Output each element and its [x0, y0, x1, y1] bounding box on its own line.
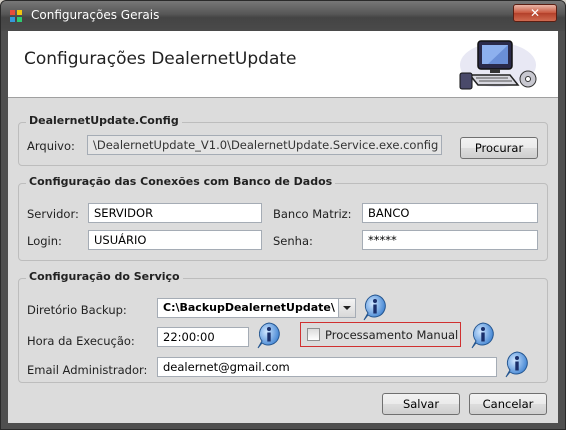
service-config-group: Configuração do Serviço Diretório Backup… [18, 270, 548, 383]
dialog-body: Configurações DealernetUpdate DealernetU… [8, 31, 558, 423]
title-bar[interactable]: Configurações Gerais ✕ [1, 1, 565, 31]
file-label: Arquivo: [27, 139, 75, 153]
window-title: Configurações Gerais [31, 8, 160, 22]
manual-processing-label: Processamento Manual [325, 328, 459, 342]
header-panel: Configurações DealernetUpdate [8, 31, 558, 98]
backup-dir-combobox[interactable]: C:\BackupDealernetUpdate\ [157, 298, 356, 318]
admin-email-field[interactable]: dealernet@gmail.com [157, 357, 497, 377]
manual-processing-option[interactable]: Processamento Manual [300, 322, 461, 347]
config-file-path-field[interactable]: \DealernetUpdate_V1.0\DealernetUpdate.Se… [87, 135, 442, 155]
chevron-down-icon[interactable] [338, 299, 355, 317]
server-label: Servidor: [27, 207, 79, 221]
computer-settings-icon [459, 40, 537, 90]
server-field[interactable]: SERVIDOR [88, 203, 262, 223]
admin-email-label: Email Administrador: [27, 363, 148, 377]
manual-processing-checkbox[interactable] [307, 328, 320, 341]
browse-button[interactable]: Procurar [460, 137, 538, 159]
backup-dir-label: Diretório Backup: [27, 303, 127, 317]
password-field[interactable]: ***** [362, 230, 538, 250]
exec-time-label: Hora da Execução: [27, 334, 135, 348]
master-db-label: Banco Matriz: [273, 207, 352, 221]
group-title: DealernetUpdate.Config [26, 114, 182, 127]
backup-dir-value: C:\BackupDealernetUpdate\ [163, 301, 335, 314]
group-title: Configuração das Conexões com Banco de D… [26, 175, 336, 188]
login-field[interactable]: USUÁRIO [88, 230, 262, 250]
db-connection-group: Configuração das Conexões com Banco de D… [18, 175, 548, 261]
info-icon[interactable] [503, 350, 531, 378]
app-icon [10, 10, 22, 22]
info-icon[interactable] [361, 293, 389, 321]
info-icon[interactable] [255, 321, 283, 349]
exec-time-field[interactable]: 22:00:00 [157, 327, 249, 347]
login-label: Login: [27, 234, 62, 248]
group-title: Configuração do Serviço [26, 270, 183, 283]
page-title: Configurações DealernetUpdate [24, 49, 297, 69]
settings-window: Configurações Gerais ✕ Configurações Dea… [0, 0, 566, 430]
config-file-group: DealernetUpdate.Config Arquivo: \Dealern… [18, 114, 548, 166]
master-db-field[interactable]: BANCO [362, 203, 538, 223]
close-icon: ✕ [529, 6, 541, 20]
save-button[interactable]: Salvar [382, 393, 460, 415]
password-label: Senha: [273, 234, 313, 248]
close-button[interactable]: ✕ [513, 4, 557, 22]
info-icon[interactable] [469, 321, 497, 349]
cancel-button[interactable]: Cancelar [469, 393, 547, 415]
